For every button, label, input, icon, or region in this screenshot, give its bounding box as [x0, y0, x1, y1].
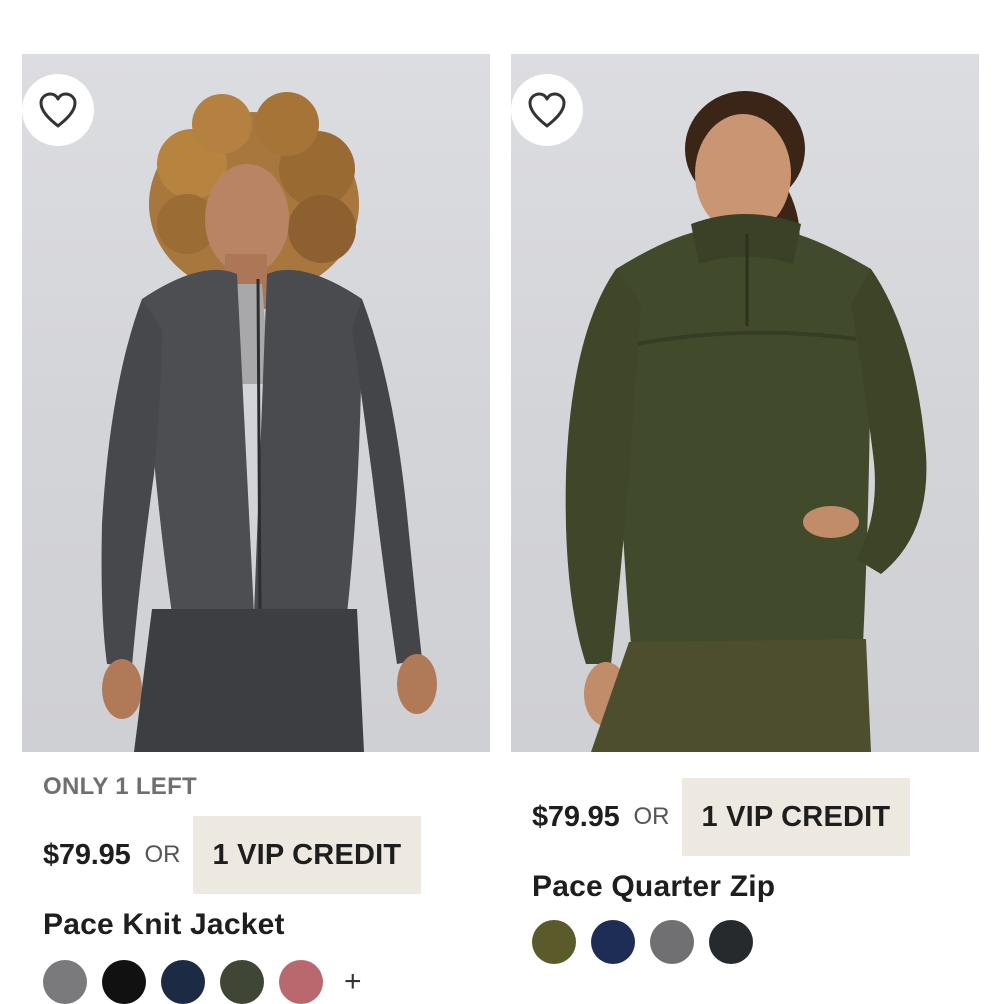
color-swatches	[532, 920, 768, 964]
vip-credit-badge: 1 VIP CREDIT	[681, 778, 911, 856]
color-swatch[interactable]	[220, 960, 264, 1004]
color-swatch[interactable]	[43, 960, 87, 1004]
price: $79.95	[532, 800, 620, 833]
vip-credit-badge: 1 VIP CREDIT	[192, 816, 422, 894]
product-card-pace-quarter-zip[interactable]: $79.95 OR 1 VIP CREDIT Pace Quarter Zip	[511, 54, 979, 964]
color-swatch[interactable]	[161, 960, 205, 1004]
stock-status: ONLY 1 LEFT	[43, 773, 198, 800]
heart-outline-icon	[39, 92, 77, 128]
color-swatch[interactable]	[532, 920, 576, 964]
favorite-button[interactable]	[511, 74, 583, 146]
product-image[interactable]	[22, 54, 490, 752]
color-swatch[interactable]	[709, 920, 753, 964]
or-label: OR	[633, 803, 670, 830]
heart-outline-icon	[528, 92, 566, 128]
color-swatch[interactable]	[102, 960, 146, 1004]
price: $79.95	[43, 838, 131, 871]
or-label: OR	[144, 841, 181, 868]
model-photo	[101, 92, 437, 752]
model-photo	[565, 91, 927, 752]
product-name[interactable]: Pace Quarter Zip	[532, 870, 775, 904]
color-swatch[interactable]	[279, 960, 323, 1004]
product-image[interactable]	[511, 54, 979, 752]
color-swatch[interactable]	[591, 920, 635, 964]
more-colors-button[interactable]: +	[344, 965, 362, 999]
product-card-pace-knit-jacket[interactable]: ONLY 1 LEFT $79.95 OR 1 VIP CREDIT Pace …	[22, 54, 490, 1004]
color-swatches: +	[43, 960, 362, 1004]
price-row: $79.95 OR 1 VIP CREDIT	[43, 816, 422, 894]
color-swatch[interactable]	[650, 920, 694, 964]
product-name[interactable]: Pace Knit Jacket	[43, 908, 285, 942]
price-row: $79.95 OR 1 VIP CREDIT	[532, 778, 911, 856]
favorite-button[interactable]	[22, 74, 94, 146]
